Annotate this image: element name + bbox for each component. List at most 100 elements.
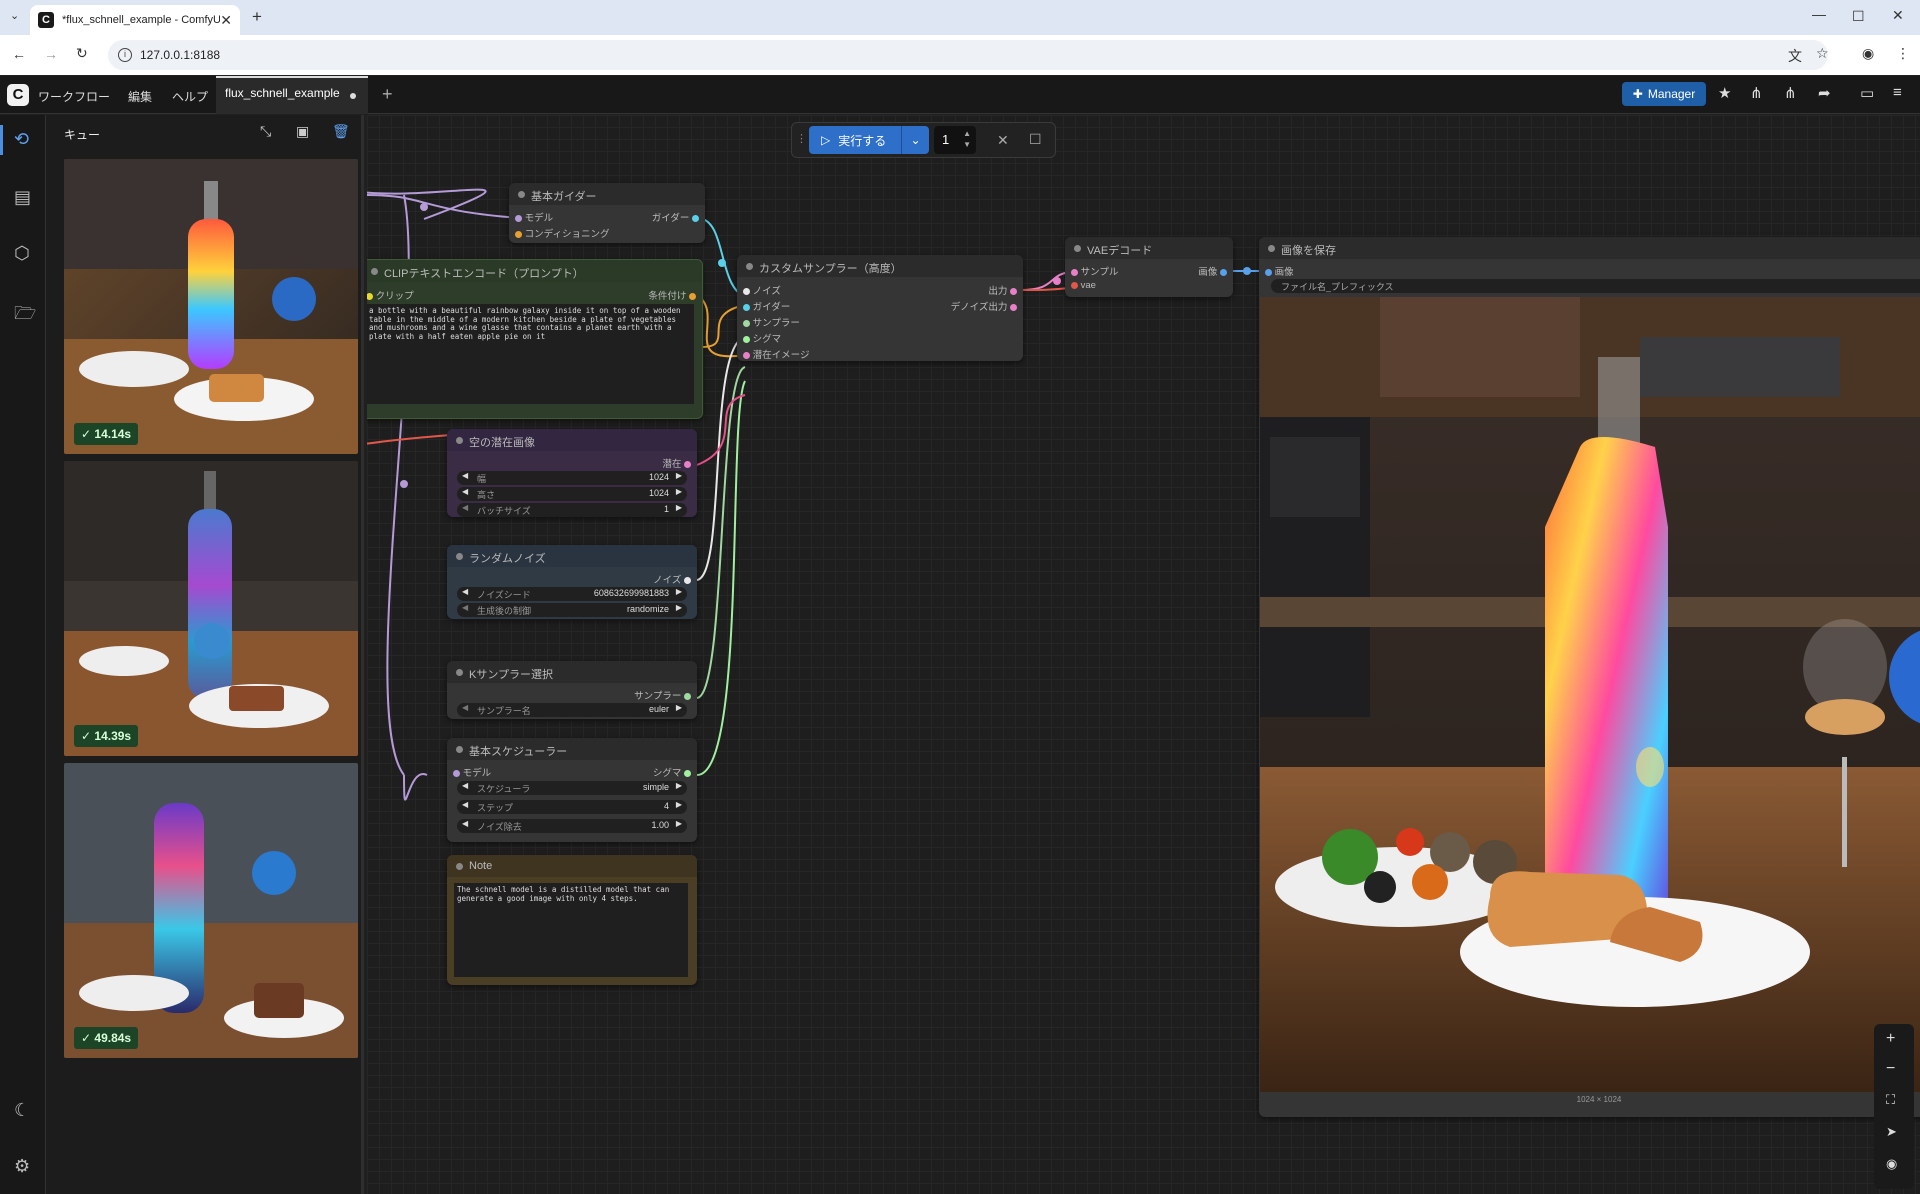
- output-image[interactable]: 画像: [1198, 264, 1227, 278]
- model2-icon[interactable]: ⋔: [1784, 84, 1797, 102]
- stop-icon[interactable]: ☐: [1029, 131, 1042, 148]
- input-clip[interactable]: クリップ: [367, 288, 414, 302]
- input-noise[interactable]: ノイズ: [743, 283, 781, 297]
- queue-item-3[interactable]: ✓ 49.84s: [64, 763, 358, 1058]
- cancel-icon[interactable]: ✕: [997, 132, 1009, 149]
- zoom-in-icon[interactable]: +: [1886, 1030, 1895, 1048]
- maximize-icon[interactable]: ☐: [1852, 8, 1865, 25]
- site-info-icon[interactable]: i: [118, 48, 132, 62]
- run-mode-dropdown[interactable]: ⌄: [901, 126, 929, 154]
- output-noise[interactable]: ノイズ: [653, 572, 691, 586]
- puzzle-icon: ✚: [1632, 87, 1643, 101]
- input-guider[interactable]: ガイダー: [743, 299, 790, 313]
- node-title: 画像を保存: [1259, 237, 1920, 259]
- note-textarea[interactable]: The schnell model is a distilled model t…: [454, 883, 688, 977]
- noise-seed-widget[interactable]: ノイズシード 608632699981883: [457, 587, 687, 601]
- toggle-links-eye-icon[interactable]: ◉: [1886, 1156, 1897, 1172]
- input-model[interactable]: モデル: [453, 765, 491, 779]
- sampler-name-widget[interactable]: サンプラー名 euler: [457, 703, 687, 717]
- url-input[interactable]: i 127.0.0.1:8188: [108, 40, 1828, 70]
- scheduler-widget[interactable]: スケジューラ simple: [457, 781, 687, 795]
- translate-icon[interactable]: 文: [1788, 46, 1802, 66]
- forward-icon[interactable]: →: [44, 46, 58, 62]
- denoise-widget[interactable]: ノイズ除去 1.00: [457, 819, 687, 833]
- model-library-icon[interactable]: ⬡: [14, 243, 30, 264]
- close-window-icon[interactable]: ✕: [1892, 7, 1904, 24]
- node-title: Note: [447, 855, 697, 877]
- workflows-folder-icon[interactable]: 🗁: [14, 301, 36, 331]
- node-basic-scheduler[interactable]: 基本スケジューラー モデル シグマ スケジューラ simple ステップ 4 ノイズ…: [447, 738, 697, 842]
- reload-icon[interactable]: ↻: [76, 45, 88, 62]
- theme-moon-icon[interactable]: ☾: [14, 1100, 30, 1121]
- batch-count-input[interactable]: 1 ▲ ▼: [934, 126, 976, 154]
- node-empty-latent[interactable]: 空の潜在画像 潜在 幅 1024 高さ 1024 バッチサイズ 1: [447, 429, 697, 517]
- node-ksampler-select[interactable]: Kサンプラー選択 サンプラー サンプラー名 euler: [447, 661, 697, 719]
- node-library-icon[interactable]: ▤: [14, 187, 31, 208]
- image-view-icon[interactable]: ▣: [296, 123, 309, 140]
- input-images[interactable]: 画像: [1265, 264, 1294, 278]
- stepper-icon[interactable]: ▲ ▼: [963, 128, 971, 150]
- input-samples[interactable]: サンプル: [1071, 264, 1118, 278]
- input-sampler[interactable]: サンプラー: [743, 315, 800, 329]
- trash-icon[interactable]: 🗑: [332, 123, 350, 140]
- width-widget[interactable]: 幅 1024: [457, 471, 687, 485]
- queue-item-1[interactable]: ✓ 14.14s: [64, 159, 358, 454]
- node-sampler-custom-advanced[interactable]: カスタムサンプラー（高度） ノイズ ガイダー サンプラー シグマ 潜在イメージ …: [737, 255, 1023, 361]
- select-mode-icon[interactable]: ➤: [1886, 1124, 1897, 1140]
- node-basic-guider[interactable]: 基本ガイダー モデル コンディショニング ガイダー: [509, 183, 705, 243]
- minimize-icon[interactable]: —: [1812, 6, 1826, 22]
- batch-size-widget[interactable]: バッチサイズ 1: [457, 503, 687, 517]
- input-latent[interactable]: 潜在イメージ: [743, 347, 809, 361]
- close-tab-icon[interactable]: ✕: [220, 12, 232, 29]
- node-note[interactable]: Note The schnell model is a distilled mo…: [447, 855, 697, 985]
- filename-prefix-field[interactable]: ファイル名_プレフィックス: [1271, 279, 1920, 293]
- browser-tab[interactable]: C *flux_schnell_example - ComfyUI ✕: [30, 5, 240, 35]
- zoom-out-icon[interactable]: −: [1886, 1060, 1895, 1078]
- comfy-logo-icon[interactable]: C: [7, 84, 29, 106]
- output-output[interactable]: 出力: [988, 283, 1017, 297]
- input-model[interactable]: モデル: [515, 210, 553, 224]
- share-icon[interactable]: ➦: [1818, 84, 1831, 102]
- fit-view-icon[interactable]: ⛶: [1886, 1092, 1895, 1108]
- menu-help[interactable]: ヘルプ: [172, 88, 208, 105]
- star-icon[interactable]: ★: [1718, 84, 1731, 102]
- prompt-textarea[interactable]: a bottle with a beautiful rainbow galaxy…: [367, 304, 694, 404]
- output-latent[interactable]: 潜在: [662, 456, 691, 470]
- panel-toggle-icon[interactable]: ▭: [1860, 84, 1874, 102]
- output-sigmas[interactable]: シグマ: [653, 765, 691, 779]
- menu-workflow[interactable]: ワークフロー: [38, 88, 110, 105]
- node-save-image[interactable]: 画像を保存 画像 ファイル名_プレフィックス 1024 × 1024: [1259, 237, 1920, 1117]
- control-after-generate-widget[interactable]: 生成後の制御 randomize: [457, 603, 687, 617]
- collapse-icon[interactable]: ⤡: [260, 123, 271, 140]
- tab-search-icon[interactable]: ⌄: [10, 9, 19, 22]
- history-queue-icon[interactable]: ⟲: [14, 129, 29, 150]
- output-denoised[interactable]: デノイズ出力: [951, 299, 1017, 313]
- output-image-preview[interactable]: [1260, 297, 1920, 1092]
- steps-widget[interactable]: ステップ 4: [457, 800, 687, 814]
- manager-button[interactable]: ✚ Manager: [1622, 82, 1706, 106]
- profile-icon[interactable]: ◉: [1862, 45, 1874, 62]
- run-button[interactable]: ▷ 実行する: [809, 126, 901, 154]
- node-random-noise[interactable]: ランダムノイズ ノイズ ノイズシード 608632699981883 生成後の制御…: [447, 545, 697, 619]
- bookmark-star-icon[interactable]: ☆: [1816, 45, 1829, 62]
- settings-gear-icon[interactable]: ⚙: [14, 1156, 30, 1177]
- height-widget[interactable]: 高さ 1024: [457, 487, 687, 501]
- back-icon[interactable]: ←: [12, 46, 26, 62]
- menu-edit[interactable]: 編集: [128, 88, 152, 105]
- output-sampler[interactable]: サンプラー: [634, 688, 691, 702]
- output-guider[interactable]: ガイダー: [652, 210, 699, 224]
- graph-canvas[interactable]: 基本ガイダー モデル コンディショニング ガイダー CLIPテキストエンコード（…: [367, 115, 1920, 1194]
- add-workflow-icon[interactable]: +: [382, 84, 393, 105]
- hamburger-menu-icon[interactable]: ≡: [1893, 84, 1902, 101]
- node-clip-text-encode[interactable]: CLIPテキストエンコード（プロンプト） クリップ 条件付け a bottle …: [367, 259, 703, 419]
- input-conditioning[interactable]: コンディショニング: [515, 226, 609, 240]
- output-conditioning[interactable]: 条件付け: [648, 288, 696, 302]
- workflow-tab[interactable]: flux_schnell_example: [216, 76, 368, 114]
- new-tab-icon[interactable]: +: [252, 7, 262, 27]
- browser-menu-icon[interactable]: ⋮: [1896, 45, 1910, 62]
- input-sigmas[interactable]: シグマ: [743, 331, 781, 345]
- input-vae[interactable]: vae: [1071, 280, 1096, 291]
- node-vae-decode[interactable]: VAEデコード サンプル vae 画像: [1065, 237, 1233, 297]
- queue-item-2[interactable]: ✓ 14.39s: [64, 461, 358, 756]
- model-icon[interactable]: ⋔: [1750, 84, 1763, 102]
